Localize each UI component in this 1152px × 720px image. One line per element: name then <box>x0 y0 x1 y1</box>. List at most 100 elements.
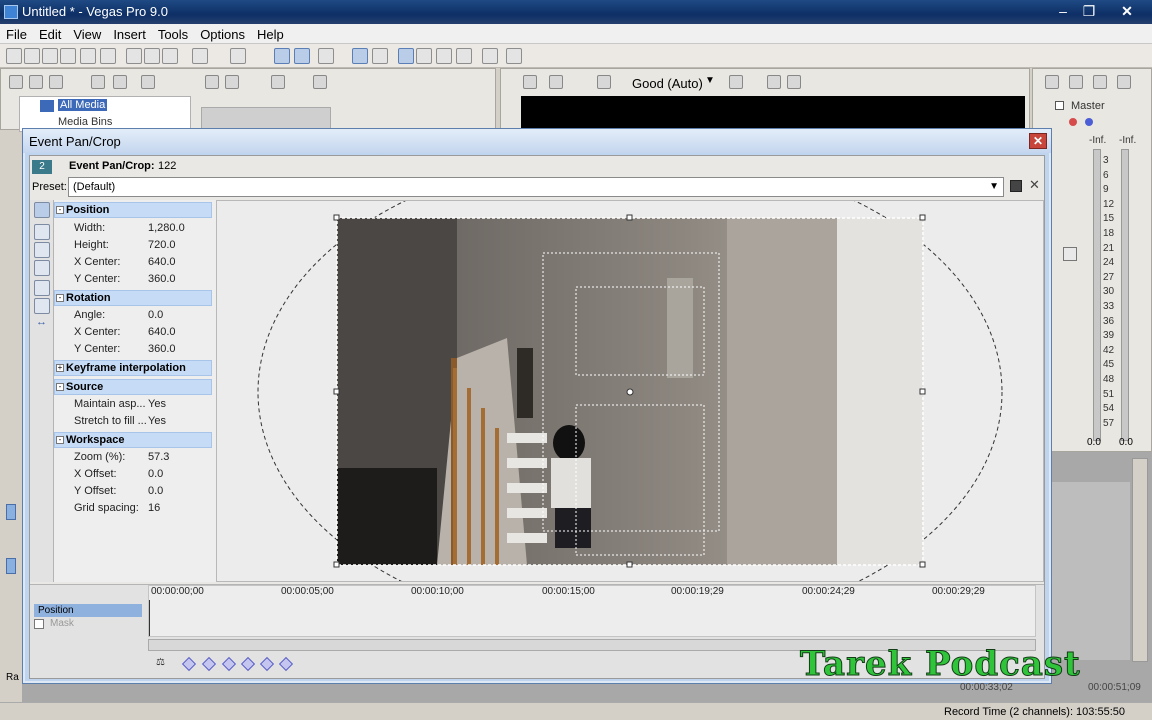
cut-icon[interactable] <box>126 48 142 64</box>
section-keyframe-interpolation[interactable]: + Keyframe interpolation <box>54 360 212 376</box>
mixer-downmix-icon[interactable] <box>1069 75 1083 89</box>
preset-dropdown-icon[interactable]: ▼ <box>989 181 999 192</box>
collapse-icon[interactable]: - <box>56 206 64 214</box>
mixer-dim-icon[interactable] <box>1093 75 1107 89</box>
prop-x-offset-value[interactable]: 0.0 <box>148 468 163 480</box>
save-icon[interactable] <box>42 48 58 64</box>
prop-y-offset-value[interactable]: 0.0 <box>148 485 163 497</box>
quality-dropdown-icon[interactable]: ▼ <box>705 75 715 86</box>
track-icon[interactable] <box>6 558 16 574</box>
paste-icon[interactable] <box>162 48 178 64</box>
section-position[interactable]: - Position <box>54 202 212 218</box>
zoom-edit-icon[interactable] <box>34 242 50 258</box>
collapse-icon[interactable]: - <box>56 294 64 302</box>
enable-snapping-icon[interactable] <box>482 48 498 64</box>
menu-edit[interactable]: Edit <box>33 24 67 42</box>
media-fx-icon[interactable] <box>91 75 105 89</box>
copy-icon[interactable] <box>144 48 160 64</box>
prop-rot-x-center-value[interactable]: 640.0 <box>148 326 176 338</box>
master-checkbox[interactable] <box>1055 101 1064 110</box>
tree-item-media-bins[interactable]: Media Bins <box>58 116 112 128</box>
scale-about-center-icon[interactable] <box>34 280 50 296</box>
explorer-icon[interactable] <box>9 75 23 89</box>
track-icon[interactable] <box>6 504 16 520</box>
move-horizontal-icon[interactable]: ↔ <box>36 316 47 328</box>
section-workspace[interactable]: - Workspace <box>54 432 212 448</box>
preset-select[interactable]: (Default) ▼ <box>68 177 1004 197</box>
external-monitor-icon[interactable] <box>549 75 563 89</box>
redo-icon[interactable] <box>230 48 246 64</box>
menu-insert[interactable]: Insert <box>107 24 152 42</box>
normal-edit-icon[interactable] <box>34 224 50 240</box>
keyframe-lane[interactable]: 00:00:00;00 00:00:05;00 00:00:10;00 00:0… <box>148 585 1036 637</box>
crop-overlay[interactable] <box>217 201 1044 582</box>
move-freely-icon[interactable] <box>34 298 50 314</box>
preview-fx-icon[interactable] <box>597 75 611 89</box>
crossfade-icon[interactable] <box>318 48 334 64</box>
selection-tool-icon[interactable] <box>436 48 452 64</box>
save-snapshot-icon[interactable] <box>787 75 801 89</box>
remove-keyframe-icon[interactable] <box>240 656 256 672</box>
expand-icon[interactable]: + <box>56 364 64 372</box>
normal-edit-tool-icon[interactable] <box>398 48 414 64</box>
refresh-icon[interactable] <box>29 75 43 89</box>
show-properties-icon[interactable] <box>34 202 50 218</box>
add-keyframe-icon[interactable] <box>221 656 237 672</box>
lock-aspect-icon[interactable] <box>34 260 50 276</box>
overlays-icon[interactable] <box>729 75 743 89</box>
undo-icon[interactable] <box>192 48 208 64</box>
prop-grid-spacing-value[interactable]: 16 <box>148 502 160 514</box>
track-position[interactable]: Position <box>34 604 142 617</box>
mixer-properties-icon[interactable] <box>1045 75 1059 89</box>
minimize-button[interactable]: – <box>1050 2 1076 20</box>
mixer-fx-icon[interactable] <box>1117 75 1131 89</box>
prev-keyframe-icon[interactable] <box>201 656 217 672</box>
track-mask[interactable]: Mask <box>50 618 74 629</box>
save-preset-icon[interactable] <box>1010 180 1022 192</box>
menu-options[interactable]: Options <box>194 24 251 42</box>
next-keyframe-icon[interactable] <box>259 656 275 672</box>
prop-x-center-value[interactable]: 640.0 <box>148 256 176 268</box>
delete-preset-icon[interactable]: ✕ <box>1029 177 1040 193</box>
section-source[interactable]: - Source <box>54 379 212 395</box>
menu-file[interactable]: File <box>0 24 33 42</box>
section-rotation[interactable]: - Rotation <box>54 290 212 306</box>
first-keyframe-icon[interactable] <box>181 656 197 672</box>
menu-tools[interactable]: Tools <box>152 24 194 42</box>
prop-stretch-value[interactable]: Yes <box>148 415 166 427</box>
bus-fx-icon[interactable] <box>1069 118 1077 126</box>
menu-view[interactable]: View <box>67 24 107 42</box>
sync-cursor-icon[interactable]: ⚖ <box>156 657 170 669</box>
last-keyframe-icon[interactable] <box>278 656 294 672</box>
prop-rot-y-center-value[interactable]: 360.0 <box>148 343 176 355</box>
copy-snapshot-icon[interactable] <box>767 75 781 89</box>
prop-height-value[interactable]: 720.0 <box>148 239 176 251</box>
prop-angle-value[interactable]: 0.0 <box>148 309 163 321</box>
render-icon[interactable] <box>80 48 96 64</box>
lock-envelopes-icon[interactable] <box>352 48 368 64</box>
prop-zoom-value[interactable]: 57.3 <box>148 451 169 463</box>
play-icon[interactable] <box>205 75 219 89</box>
auto-ripple-icon[interactable] <box>294 48 310 64</box>
envelope-tool-icon[interactable] <box>416 48 432 64</box>
view-icon[interactable] <box>271 75 285 89</box>
tree-item-all-media[interactable]: All Media <box>58 99 108 111</box>
prop-maintain-aspect-value[interactable]: Yes <box>148 398 166 410</box>
collapse-icon[interactable]: - <box>56 436 64 444</box>
dialog-close-button[interactable]: ✕ <box>1029 133 1047 149</box>
views-icon[interactable] <box>49 75 63 89</box>
prop-width-value[interactable]: 1,280.0 <box>148 222 185 234</box>
stop-icon[interactable] <box>225 75 239 89</box>
snap-icon[interactable] <box>274 48 290 64</box>
whats-this-icon[interactable] <box>506 48 522 64</box>
preview-properties-icon[interactable] <box>523 75 537 89</box>
properties-icon[interactable] <box>100 48 116 64</box>
preview-quality-select[interactable]: Good (Auto) <box>632 76 703 91</box>
save-as-icon[interactable] <box>60 48 76 64</box>
zoom-tool-icon[interactable] <box>456 48 472 64</box>
ignore-grouping-icon[interactable] <box>372 48 388 64</box>
new-icon[interactable] <box>6 48 22 64</box>
remove-icon[interactable] <box>141 75 155 89</box>
vertical-scrollbar[interactable] <box>1132 458 1148 662</box>
zoom-icon[interactable] <box>313 75 327 89</box>
